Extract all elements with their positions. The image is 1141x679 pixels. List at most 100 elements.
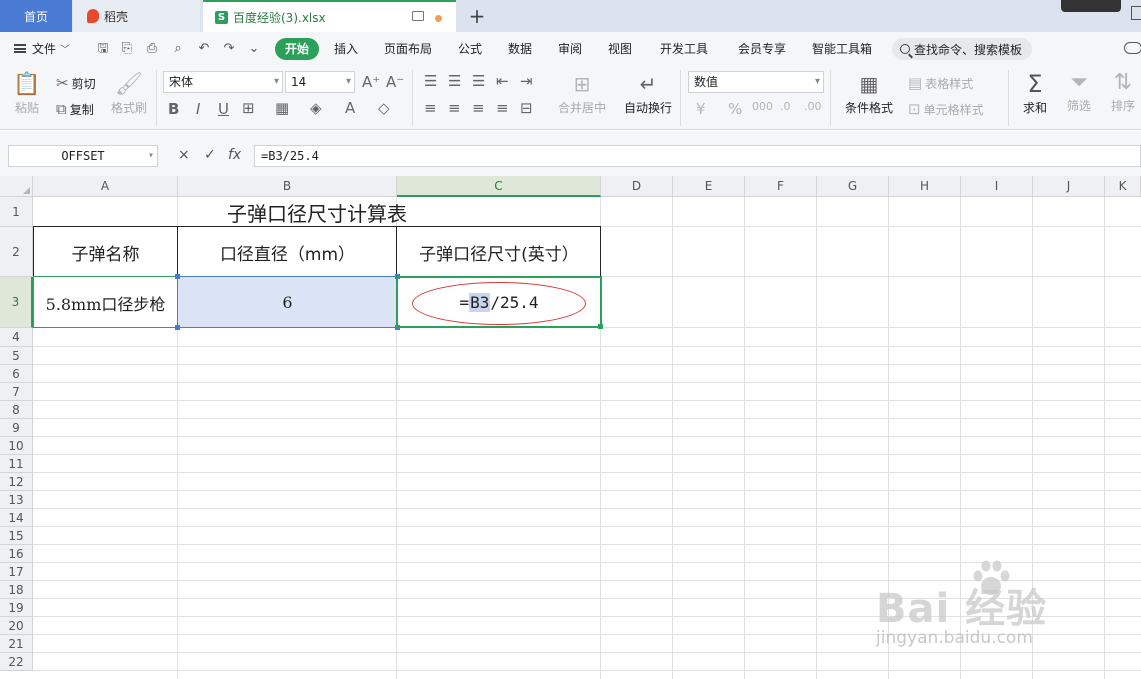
window-icon[interactable]: [1131, 6, 1141, 20]
align-left-icon[interactable]: ≡: [424, 99, 437, 117]
font-size-select[interactable]: 14: [285, 71, 355, 93]
confirm-icon[interactable]: ✓: [204, 147, 216, 163]
row-header-8[interactable]: 8: [0, 401, 33, 419]
cell-border-style-icon[interactable]: ▦: [275, 99, 289, 117]
menu-dev-tools[interactable]: 开发工具: [660, 40, 708, 57]
distribute-icon[interactable]: ⊟: [520, 99, 533, 117]
row-header-7[interactable]: 7: [0, 383, 33, 401]
cell-b3[interactable]: 6: [178, 277, 397, 328]
row-header-12[interactable]: 12: [0, 473, 33, 491]
border-icon[interactable]: ⊞: [242, 99, 255, 117]
range-handle[interactable]: [175, 274, 180, 279]
print-icon[interactable]: ⎙: [145, 42, 159, 56]
export-icon[interactable]: ⎘: [120, 42, 134, 56]
row-header-15[interactable]: 15: [0, 527, 33, 545]
formula-input[interactable]: =B3/25.4: [254, 145, 1141, 167]
row-header-3[interactable]: 3: [0, 277, 33, 328]
column-header-d[interactable]: D: [601, 176, 673, 197]
format-painter-button[interactable]: 🖌 格式刷: [108, 72, 150, 116]
fill-handle[interactable]: [598, 324, 603, 329]
row-header-1[interactable]: 1: [0, 197, 33, 227]
paste-button[interactable]: 📋 粘贴: [12, 72, 42, 116]
column-header-j[interactable]: J: [1033, 176, 1105, 197]
conditional-format-button[interactable]: ▦ 条件格式: [838, 72, 900, 116]
row-header-22[interactable]: 22: [0, 653, 33, 671]
cancel-icon[interactable]: ×: [178, 147, 190, 163]
redo-icon[interactable]: ↷: [222, 42, 236, 56]
align-middle-icon[interactable]: ☰: [448, 72, 461, 90]
tab-daoke[interactable]: 稻壳: [73, 0, 200, 32]
currency-icon[interactable]: ¥: [696, 100, 706, 118]
monitor-icon[interactable]: [412, 11, 424, 21]
row-header-14[interactable]: 14: [0, 509, 33, 527]
column-header-f[interactable]: F: [745, 176, 817, 197]
menu-view[interactable]: 视图: [608, 40, 632, 57]
cell-c3-editing[interactable]: = B3 /25.4: [397, 277, 601, 328]
row-header-6[interactable]: 6: [0, 365, 33, 383]
header-cell-caliber-mm[interactable]: 口径直径（mm）: [178, 227, 397, 277]
align-bottom-icon[interactable]: ☰: [472, 72, 485, 90]
sort-button[interactable]: ⇅ 排序: [1106, 70, 1140, 114]
merge-center-button[interactable]: ⊞ 合并居中: [552, 72, 612, 116]
function-icon[interactable]: fx: [228, 147, 241, 163]
row-header-21[interactable]: 21: [0, 635, 33, 653]
menu-insert[interactable]: 插入: [334, 40, 358, 57]
indent-decrease-icon[interactable]: ⇤: [496, 72, 509, 90]
decrease-font-icon[interactable]: A⁻: [386, 73, 404, 91]
italic-icon[interactable]: I: [196, 100, 200, 118]
column-header-i[interactable]: I: [961, 176, 1033, 197]
copy-button[interactable]: ⧉ 复制: [56, 100, 94, 118]
number-format-select[interactable]: 数值: [688, 71, 824, 93]
font-color-icon[interactable]: A: [345, 99, 355, 117]
justify-icon[interactable]: ≡: [496, 99, 509, 117]
bold-icon[interactable]: B: [168, 100, 179, 118]
undo-icon[interactable]: ↶: [197, 42, 211, 56]
range-handle[interactable]: [395, 325, 400, 330]
align-center-icon[interactable]: ≡: [448, 99, 461, 117]
save-icon[interactable]: 🖫: [96, 42, 110, 56]
title-cell[interactable]: 子弹口径尺寸计算表: [34, 197, 600, 227]
command-search-input[interactable]: 查找命令、搜索模板: [892, 38, 1032, 60]
row-header-2[interactable]: 2: [0, 227, 33, 277]
menu-page-layout[interactable]: 页面布局: [384, 40, 432, 57]
indent-increase-icon[interactable]: ⇥: [520, 72, 533, 90]
range-handle[interactable]: [175, 325, 180, 330]
underline-icon[interactable]: U: [218, 100, 229, 118]
row-header-11[interactable]: 11: [0, 455, 33, 473]
cloud-icon[interactable]: [1124, 42, 1141, 54]
fill-color-icon[interactable]: ◈: [310, 99, 322, 117]
percent-icon[interactable]: %: [728, 100, 742, 118]
table-style-button[interactable]: ▤ 表格样式: [908, 74, 973, 92]
column-header-c[interactable]: C: [397, 176, 601, 197]
row-header-10[interactable]: 10: [0, 437, 33, 455]
column-header-a[interactable]: A: [33, 176, 178, 197]
filter-button[interactable]: ⏷ 筛选: [1062, 70, 1096, 114]
menu-formula[interactable]: 公式: [458, 40, 482, 57]
row-header-17[interactable]: 17: [0, 563, 33, 581]
column-header-e[interactable]: E: [673, 176, 745, 197]
cell-a3[interactable]: 5.8mm口径步枪: [33, 277, 178, 328]
column-header-k[interactable]: K: [1105, 176, 1141, 197]
row-header-16[interactable]: 16: [0, 545, 33, 563]
cell-style-button[interactable]: ⊡ 单元格样式: [908, 100, 984, 118]
menu-file[interactable]: 文件 ﹀: [14, 40, 70, 57]
font-name-select[interactable]: 宋体: [163, 71, 283, 93]
add-tab-button[interactable]: +: [462, 0, 492, 32]
tab-file-active[interactable]: S 百度经验(3).xlsx: [203, 0, 456, 32]
wrap-text-button[interactable]: ↵ 自动换行: [622, 72, 674, 116]
increase-decimal-icon[interactable]: .0: [780, 100, 791, 113]
header-cell-bullet-name[interactable]: 子弹名称: [33, 227, 178, 277]
align-top-icon[interactable]: ☰: [424, 72, 437, 90]
thousands-icon[interactable]: 000: [752, 100, 773, 113]
sum-button[interactable]: Σ 求和: [1018, 70, 1052, 116]
tab-home[interactable]: 首页: [0, 0, 72, 32]
row-header-5[interactable]: 5: [0, 347, 33, 365]
align-right-icon[interactable]: ≡: [472, 99, 485, 117]
header-cell-caliber-inch[interactable]: 子弹口径尺寸(英寸）: [397, 227, 601, 277]
range-handle[interactable]: [395, 274, 400, 279]
column-header-b[interactable]: B: [178, 176, 397, 197]
menu-start[interactable]: 开始: [275, 38, 319, 60]
menu-member[interactable]: 会员专享: [738, 40, 786, 57]
column-header-g[interactable]: G: [817, 176, 889, 197]
row-header-4[interactable]: 4: [0, 328, 33, 347]
